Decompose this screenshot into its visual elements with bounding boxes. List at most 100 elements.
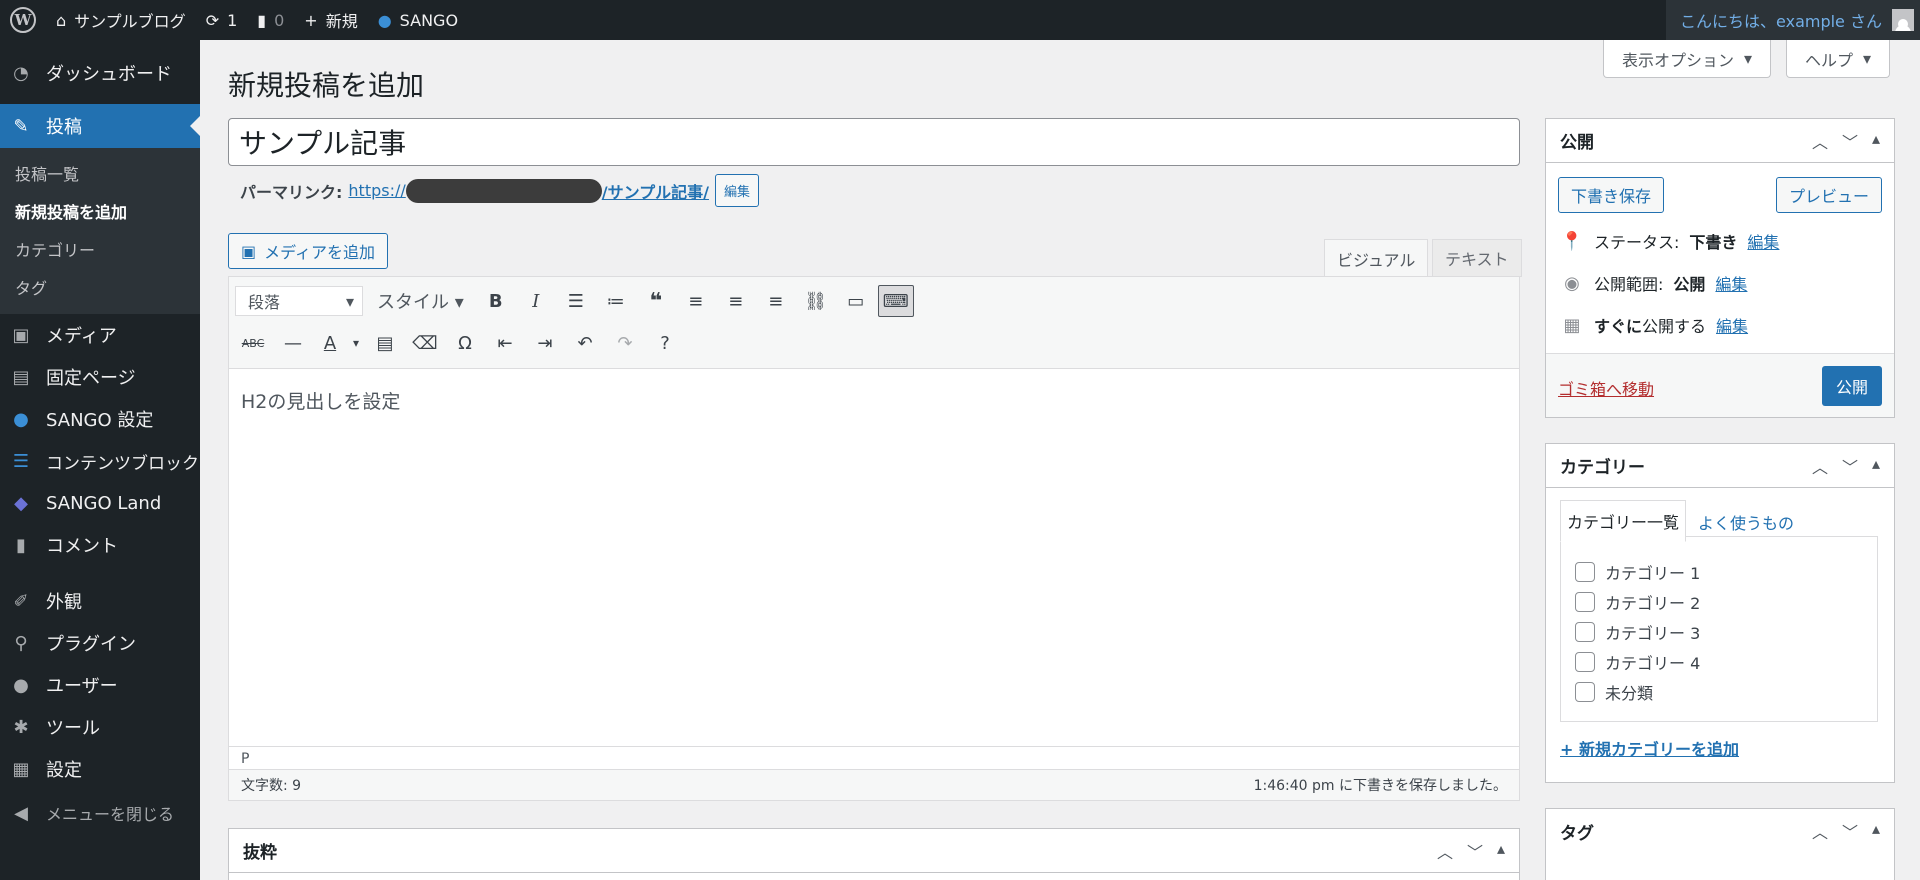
align-left-icon[interactable]: ≡ — [678, 285, 714, 317]
submenu-tags[interactable]: タグ — [0, 268, 200, 306]
indent-icon[interactable]: ⇥ — [527, 327, 563, 359]
tags-header[interactable]: タグ ︿ ﹀ ▴ — [1546, 809, 1894, 853]
menu-content-blocks[interactable]: ☰ コンテンツブロック — [0, 440, 200, 482]
toggle-panel-icon[interactable]: ▴ — [1872, 819, 1880, 843]
move-down-icon[interactable]: ﹀ — [1467, 839, 1483, 863]
submenu-all-posts[interactable]: 投稿一覧 — [0, 154, 200, 192]
excerpt-header[interactable]: 抜粋 ︿ ﹀ ▴ — [229, 829, 1519, 873]
submenu-categories[interactable]: カテゴリー — [0, 230, 200, 268]
link-icon[interactable]: ⛓ — [798, 285, 834, 317]
paste-text-icon[interactable]: ▤ — [367, 327, 403, 359]
move-down-icon[interactable]: ﹀ — [1842, 819, 1858, 843]
undo-icon[interactable]: ↶ — [567, 327, 603, 359]
publish-button[interactable]: 公開 — [1821, 366, 1882, 406]
move-down-icon[interactable]: ﹀ — [1842, 129, 1858, 153]
save-draft-button[interactable]: 下書き保存 — [1558, 177, 1665, 213]
publish-header[interactable]: 公開 ︿ ﹀ ▴ — [1546, 119, 1894, 163]
category-checkbox[interactable] — [1575, 682, 1595, 702]
sango-menu[interactable]: ● SANGO — [368, 0, 468, 40]
permalink-edit-button[interactable]: 編集 — [714, 174, 759, 207]
new-content-menu[interactable]: + 新規 — [294, 0, 367, 40]
outdent-icon[interactable]: ⇤ — [487, 327, 523, 359]
bullet-list-icon[interactable]: ☰ — [558, 285, 594, 317]
menu-media[interactable]: ▣ メディア — [0, 314, 200, 356]
blockquote-icon[interactable]: ❝ — [638, 285, 674, 317]
preview-button[interactable]: プレビュー — [1775, 177, 1882, 213]
menu-sango-settings[interactable]: ● SANGO 設定 — [0, 398, 200, 440]
category-checkbox[interactable] — [1575, 562, 1595, 582]
visibility-edit-link[interactable]: 編集 — [1715, 271, 1747, 295]
toggle-panel-icon[interactable]: ▴ — [1872, 454, 1880, 478]
toolbar-toggle-icon[interactable]: ⌨ — [877, 285, 914, 317]
list-item[interactable]: カテゴリー 3 — [1575, 617, 1863, 647]
move-up-icon[interactable]: ︿ — [1812, 819, 1828, 843]
italic-icon[interactable]: I — [518, 285, 554, 317]
special-character-icon[interactable]: Ω — [447, 327, 483, 359]
category-checkbox[interactable] — [1575, 652, 1595, 672]
wordpress-logo-icon: W — [10, 7, 36, 33]
collapse-menu-button[interactable]: ◀ メニューを閉じる — [0, 792, 200, 834]
menu-appearance[interactable]: ✐ 外観 — [0, 580, 200, 622]
status-label: ステータス: — [1594, 233, 1680, 252]
categories-header[interactable]: カテゴリー ︿ ﹀ ▴ — [1546, 444, 1894, 488]
tab-all-categories[interactable]: カテゴリー一覧 — [1560, 500, 1687, 542]
format-select[interactable]: 段落 ▾ — [235, 286, 363, 316]
align-right-icon[interactable]: ≡ — [758, 285, 794, 317]
tab-text[interactable]: テキスト — [1432, 239, 1522, 277]
category-checkbox[interactable] — [1575, 592, 1595, 612]
schedule-edit-link[interactable]: 編集 — [1716, 313, 1748, 337]
permalink-link[interactable]: https:// /サンプル記事/ — [348, 178, 709, 203]
menu-posts[interactable]: ✎ 投稿 — [0, 104, 200, 148]
read-more-icon[interactable]: ▭ — [838, 285, 874, 317]
add-media-button[interactable]: ▣ メディアを追加 — [228, 233, 389, 269]
menu-media-label: メディア — [46, 326, 117, 347]
text-color-caret-icon[interactable]: ▾ — [349, 327, 363, 359]
categories-title: カテゴリー — [1560, 458, 1645, 478]
menu-settings[interactable]: ▦ 設定 — [0, 748, 200, 790]
comments-menu[interactable]: ▮ 0 — [247, 0, 294, 40]
align-center-icon[interactable]: ≡ — [718, 285, 754, 317]
menu-tools[interactable]: ✱ ツール — [0, 706, 200, 748]
tab-visual[interactable]: ビジュアル — [1324, 239, 1429, 277]
post-title-input[interactable]: サンプル記事 — [228, 118, 1520, 166]
help-button[interactable]: ヘルプ ▾ — [1786, 40, 1891, 78]
menu-plugins[interactable]: ⚲ プラグイン — [0, 622, 200, 664]
strikethrough-icon[interactable]: ABC — [235, 327, 271, 359]
toolbar-row-2: ABC — A ▾ ▤ ⌫ Ω ⇤ ⇥ ↶ ↷ ? — [235, 325, 683, 361]
add-new-category-link[interactable]: + 新規カテゴリーを追加 — [1560, 736, 1739, 760]
updates-menu[interactable]: ⟳ 1 — [196, 0, 248, 40]
style-menu[interactable]: スタイル ▾ — [367, 288, 474, 314]
horizontal-line-icon[interactable]: — — [275, 327, 311, 359]
list-item[interactable]: カテゴリー 4 — [1575, 647, 1863, 677]
menu-comments[interactable]: ▮ コメント — [0, 524, 200, 566]
my-account-menu[interactable]: こんにちは、example さん — [1666, 0, 1920, 40]
move-up-icon[interactable]: ︿ — [1812, 129, 1828, 153]
move-down-icon[interactable]: ﹀ — [1842, 454, 1858, 478]
editor-content[interactable]: H2の見出しを設定 — [241, 387, 400, 414]
wp-logo-menu[interactable]: W — [0, 0, 46, 40]
list-item[interactable]: 未分類 — [1575, 677, 1863, 707]
submenu-add-new[interactable]: 新規投稿を追加 — [0, 192, 200, 230]
toggle-panel-icon[interactable]: ▴ — [1872, 129, 1880, 153]
site-name-menu[interactable]: ⌂ サンプルブログ — [46, 0, 196, 40]
collapse-menu-label: メニューを閉じる — [46, 805, 175, 824]
numbered-list-icon[interactable]: ≔ — [598, 285, 634, 317]
move-to-trash-link[interactable]: ゴミ箱へ移動 — [1558, 376, 1654, 400]
menu-pages[interactable]: ▤ 固定ページ — [0, 356, 200, 398]
menu-sango-land[interactable]: ◆ SANGO Land — [0, 482, 200, 524]
move-up-icon[interactable]: ︿ — [1812, 454, 1828, 478]
toggle-panel-icon[interactable]: ▴ — [1497, 839, 1505, 863]
menu-users[interactable]: ● ユーザー — [0, 664, 200, 706]
text-color-icon[interactable]: A — [315, 327, 345, 359]
list-item[interactable]: カテゴリー 2 — [1575, 587, 1863, 617]
bold-icon[interactable]: B — [478, 285, 514, 317]
redo-icon[interactable]: ↷ — [607, 327, 643, 359]
screen-options-button[interactable]: 表示オプション ▾ — [1603, 40, 1772, 78]
help-circle-icon[interactable]: ? — [647, 327, 683, 359]
menu-dashboard[interactable]: ◔ ダッシュボード — [0, 52, 200, 94]
status-edit-link[interactable]: 編集 — [1747, 229, 1779, 253]
clear-formatting-icon[interactable]: ⌫ — [407, 327, 443, 359]
move-up-icon[interactable]: ︿ — [1437, 839, 1453, 863]
list-item[interactable]: カテゴリー 1 — [1575, 557, 1863, 587]
category-checkbox[interactable] — [1575, 622, 1595, 642]
